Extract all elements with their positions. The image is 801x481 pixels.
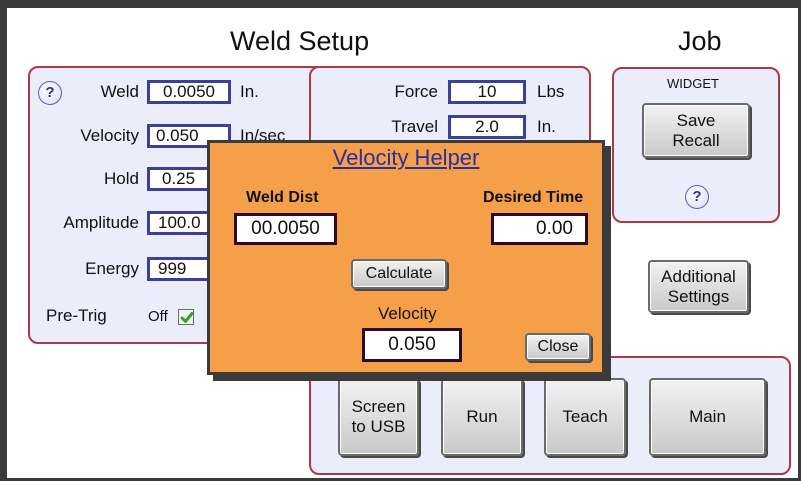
additional-settings-button[interactable]: Additional Settings bbox=[648, 260, 749, 313]
velocity-output-field: 0.050 bbox=[362, 328, 462, 362]
close-button[interactable]: Close bbox=[525, 333, 591, 361]
weld-label: Weld bbox=[100, 82, 139, 101]
widget-label: WIDGET bbox=[667, 76, 719, 91]
travel-unit: In. bbox=[537, 117, 556, 136]
travel-field[interactable]: 2.0 bbox=[448, 115, 526, 139]
help-icon[interactable]: ? bbox=[38, 81, 62, 105]
weld-dist-label: Weld Dist bbox=[246, 189, 319, 206]
main-button[interactable]: Main bbox=[649, 378, 766, 456]
checkmark-icon bbox=[180, 312, 194, 323]
pretrig-label: Pre-Trig bbox=[46, 306, 107, 325]
dialog-title: Velocity Helper bbox=[332, 145, 480, 170]
calculate-button[interactable]: Calculate bbox=[351, 259, 447, 289]
job-help-icon[interactable]: ? bbox=[685, 185, 709, 209]
travel-label: Travel bbox=[391, 117, 438, 136]
desired-time-field[interactable]: 0.00 bbox=[491, 213, 588, 245]
hold-label: Hold bbox=[104, 169, 139, 188]
velocity-output-label: Velocity bbox=[378, 304, 437, 323]
desired-time-label: Desired Time bbox=[483, 189, 584, 206]
velocity-helper-dialog: Velocity Helper Weld Dist 00.0050 Desire… bbox=[207, 140, 605, 375]
force-field[interactable]: 10 bbox=[448, 80, 526, 104]
weld-dist-field[interactable]: 00.0050 bbox=[234, 213, 337, 245]
velocity-label: Velocity bbox=[80, 126, 139, 145]
run-button[interactable]: Run bbox=[441, 378, 523, 456]
energy-label: Energy bbox=[85, 259, 139, 278]
job-title: Job bbox=[678, 26, 722, 56]
weld-field[interactable]: 0.0050 bbox=[147, 80, 231, 104]
amplitude-label: Amplitude bbox=[63, 213, 139, 232]
page-title: Weld Setup bbox=[230, 26, 370, 56]
force-label: Force bbox=[394, 82, 438, 101]
pretrig-state: Off bbox=[148, 308, 168, 325]
pretrig-checkbox[interactable] bbox=[178, 309, 194, 325]
force-unit: Lbs bbox=[537, 82, 565, 101]
screen-to-usb-button[interactable]: Screen to USB bbox=[338, 378, 419, 456]
save-recall-button[interactable]: Save Recall bbox=[642, 103, 750, 158]
teach-button[interactable]: Teach bbox=[544, 378, 626, 456]
weld-unit: In. bbox=[240, 82, 259, 101]
